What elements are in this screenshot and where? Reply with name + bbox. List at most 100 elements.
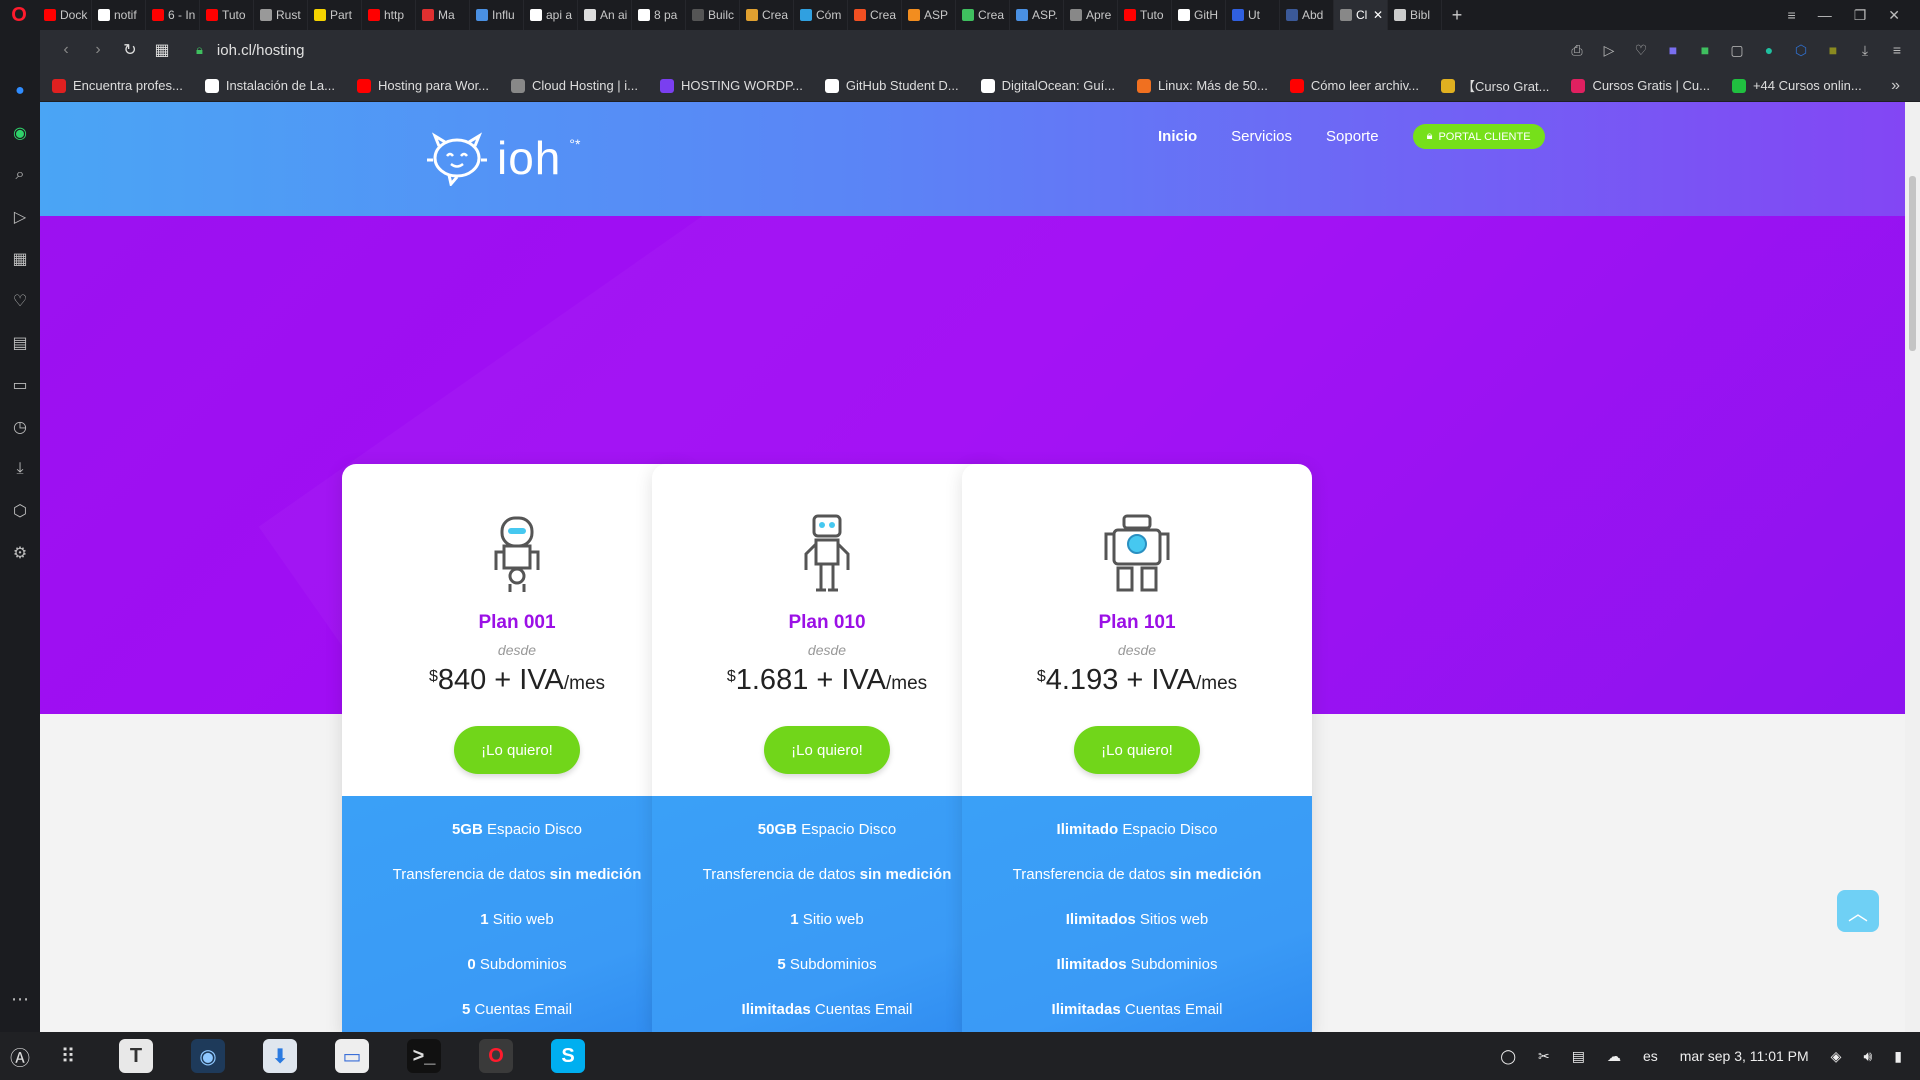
bookmark-item[interactable]: Linux: Más de 50...: [1137, 76, 1268, 95]
browser-tab[interactable]: ASP: [902, 0, 956, 30]
extension-6-icon[interactable]: ■: [1824, 42, 1842, 59]
browser-tab[interactable]: Builc: [686, 0, 740, 30]
download-icon[interactable]: ⤓: [1856, 42, 1874, 59]
taskbar-app-typora[interactable]: T: [108, 1032, 164, 1080]
taskbar-app-terminal[interactable]: >_: [396, 1032, 452, 1080]
taskbar-app-downloader[interactable]: ⬇: [252, 1032, 308, 1080]
page-scrollbar[interactable]: [1905, 102, 1920, 1032]
site-logo[interactable]: ioh °*: [425, 130, 580, 186]
launcher-icon[interactable]: Ⓐ: [0, 1032, 40, 1080]
bookmark-item[interactable]: Cómo leer archiv...: [1289, 76, 1419, 95]
bookmark-item[interactable]: Encuentra profes...: [52, 76, 183, 95]
nav-soporte-link[interactable]: Soporte: [1326, 128, 1379, 145]
bookmarks-heart-icon[interactable]: ♡: [9, 290, 31, 312]
reload-icon[interactable]: ↻: [114, 40, 146, 60]
new-tab-button[interactable]: +: [1442, 5, 1472, 26]
extension-5-icon[interactable]: ⬡: [1792, 42, 1810, 59]
lock-icon[interactable]: 🔒︎: [196, 42, 203, 58]
browser-tab[interactable]: Part: [308, 0, 362, 30]
tab-menu-icon[interactable]: ≡: [1788, 7, 1796, 24]
bookmark-item[interactable]: 【Curso Grat...: [1441, 76, 1549, 95]
back-icon[interactable]: ‹: [50, 41, 82, 59]
browser-tab[interactable]: http: [362, 0, 416, 30]
nav-inicio-link[interactable]: Inicio: [1158, 128, 1197, 145]
bookmark-item[interactable]: GitHub Student D...: [824, 76, 959, 95]
speed-dial-icon[interactable]: ▦: [9, 248, 31, 270]
scroll-to-top-button[interactable]: ︿: [1837, 890, 1879, 932]
browser-tab[interactable]: Tuto: [200, 0, 254, 30]
send-to-flow-icon[interactable]: ▷: [1600, 42, 1618, 59]
browser-tab[interactable]: Rust: [254, 0, 308, 30]
portal-cliente-button[interactable]: 🔒︎ PORTAL CLIENTE: [1412, 124, 1545, 149]
search-icon[interactable]: ⌕: [9, 164, 31, 186]
taskbar-app-globe[interactable]: ◉: [180, 1032, 236, 1080]
maximize-icon[interactable]: ❐: [1854, 7, 1867, 24]
browser-tab[interactable]: Ma: [416, 0, 470, 30]
lo-quiero-button[interactable]: ¡Lo quiero!: [454, 726, 580, 774]
history-icon[interactable]: ◷: [9, 416, 31, 438]
url-field[interactable]: ioh.cl/hosting: [217, 42, 305, 59]
scrollbar-thumb[interactable]: [1909, 176, 1916, 351]
taskbar-app-files[interactable]: ▭: [324, 1032, 380, 1080]
browser-tab[interactable]: Influ: [470, 0, 524, 30]
browser-tab[interactable]: Bibl: [1388, 0, 1442, 30]
extensions-cube-icon[interactable]: ⬡: [9, 500, 31, 522]
bookmark-item[interactable]: Cloud Hosting | i...: [511, 76, 638, 95]
browser-tab[interactable]: Crea: [956, 0, 1010, 30]
browser-tab[interactable]: Dock: [38, 0, 92, 30]
volume-icon[interactable]: 🔊︎: [1863, 1048, 1872, 1065]
send-icon[interactable]: ▷: [9, 206, 31, 228]
weather-icon[interactable]: ☁: [1607, 1048, 1621, 1065]
browser-tab[interactable]: An ai: [578, 0, 632, 30]
nav-servicios-link[interactable]: Servicios: [1231, 128, 1292, 145]
browser-tab[interactable]: Tuto: [1118, 0, 1172, 30]
bookmarks-overflow-icon[interactable]: »: [1891, 77, 1900, 95]
extension-4-icon[interactable]: ●: [1760, 42, 1778, 59]
close-tab-icon[interactable]: ✕: [1373, 8, 1383, 22]
lo-quiero-button[interactable]: ¡Lo quiero!: [764, 726, 890, 774]
browser-tab[interactable]: GitH: [1172, 0, 1226, 30]
keyboard-language[interactable]: es: [1643, 1048, 1658, 1064]
browser-tab[interactable]: Crea: [740, 0, 794, 30]
browser-tab[interactable]: 8 pa: [632, 0, 686, 30]
easy-setup-icon[interactable]: ≡: [1888, 42, 1906, 59]
news-icon[interactable]: ▤: [9, 332, 31, 354]
battery-icon[interactable]: ▮: [1894, 1048, 1902, 1065]
wifi-icon[interactable]: ◈: [1831, 1048, 1842, 1065]
downloads-icon[interactable]: ⤓: [9, 458, 31, 480]
bookmark-item[interactable]: Hosting para Wor...: [356, 76, 489, 95]
browser-tab[interactable]: Ut: [1226, 0, 1280, 30]
browser-tab[interactable]: api a: [524, 0, 578, 30]
opera-menu-icon[interactable]: O: [0, 0, 38, 30]
notification-icon[interactable]: ◯: [1500, 1048, 1516, 1065]
browser-tab[interactable]: Apre: [1064, 0, 1118, 30]
browser-tab[interactable]: Cl ✕: [1334, 0, 1388, 30]
messenger-icon[interactable]: ●: [9, 80, 31, 102]
browser-tab[interactable]: Crea: [848, 0, 902, 30]
settings-gear-icon[interactable]: ⚙: [9, 542, 31, 564]
bookmark-item[interactable]: DigitalOcean: Guí...: [980, 76, 1115, 95]
browser-tab[interactable]: Cóm: [794, 0, 848, 30]
extension-2-icon[interactable]: ■: [1696, 42, 1714, 59]
browser-tab[interactable]: ASP.: [1010, 0, 1064, 30]
tabs-icon[interactable]: ▭: [9, 374, 31, 396]
bookmark-item[interactable]: HOSTING WORDP...: [660, 76, 803, 95]
clipboard-icon[interactable]: ▤: [1572, 1048, 1585, 1065]
bookmark-item[interactable]: Cursos Gratis | Cu...: [1571, 76, 1710, 95]
taskbar-app-opera[interactable]: O: [468, 1032, 524, 1080]
browser-tab[interactable]: notif: [92, 0, 146, 30]
whatsapp-icon[interactable]: ◉: [9, 122, 31, 144]
bookmark-item[interactable]: Instalación de La...: [204, 76, 335, 95]
bookmark-item[interactable]: +44 Cursos onlin...: [1731, 76, 1862, 95]
browser-tab[interactable]: 6 - In: [146, 0, 200, 30]
bookmark-heart-icon[interactable]: ♡: [1632, 42, 1650, 59]
minimize-icon[interactable]: —: [1818, 7, 1832, 24]
close-window-icon[interactable]: ✕: [1888, 7, 1900, 24]
more-options-icon[interactable]: ⋯: [11, 989, 29, 1010]
browser-tab[interactable]: Abd: [1280, 0, 1334, 30]
extension-3-icon[interactable]: ▢: [1728, 42, 1746, 59]
clock[interactable]: mar sep 3, 11:01 PM: [1680, 1048, 1809, 1064]
tab-grid-icon[interactable]: ▦: [146, 40, 178, 60]
snapshot-icon[interactable]: ⎙: [1568, 42, 1586, 59]
forward-icon[interactable]: ›: [82, 41, 114, 59]
